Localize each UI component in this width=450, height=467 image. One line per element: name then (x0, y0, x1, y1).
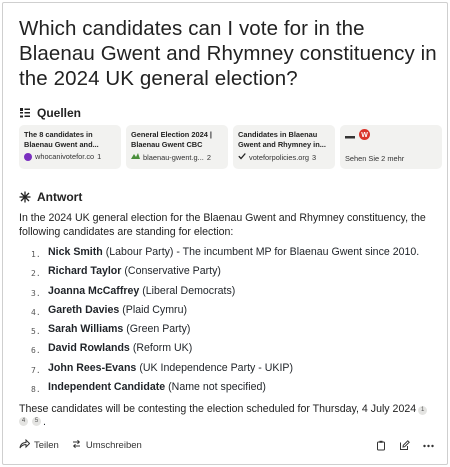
source-index: 2 (206, 152, 211, 162)
sources-heading: Quellen (37, 106, 82, 120)
citation-row: 4 5 . (19, 417, 46, 427)
candidate-detail: (Conservative Party) (124, 265, 221, 278)
list-item: 6. David Rowlands (Reform UK) (31, 342, 431, 361)
rewrite-label: Umschreiben (85, 440, 142, 451)
answer-header: Antwort (19, 190, 82, 204)
list-item: 2. Richard Taylor (Conservative Party) (31, 265, 431, 284)
checkmark-favicon-icon (238, 152, 246, 162)
source-title: General Election 2024 | Blaenau Gwent CB… (131, 130, 212, 149)
candidate-detail: (Name not specified) (168, 381, 266, 394)
copy-icon[interactable] (376, 440, 386, 451)
list-item: 4. Gareth Davies (Plaid Cymru) (31, 304, 431, 323)
answer-toolbar: Teilen Umschreiben (19, 438, 434, 452)
wiki-favicon-icon: W (359, 127, 370, 145)
share-icon (19, 438, 31, 452)
candidate-detail: (UK Independence Party - UKIP) (139, 361, 294, 374)
edit-icon[interactable] (399, 440, 410, 451)
share-label: Teilen (34, 440, 59, 451)
candidate-list: 1. Nick Smith (Labour Party) - The incumbe… (31, 246, 431, 400)
sources-list: The 8 candidates in Blaenau Gwent and...… (19, 125, 442, 169)
svg-text:W: W (361, 132, 368, 139)
more-options-icon[interactable] (423, 444, 434, 448)
candidate-name: Joanna McCaffrey (48, 284, 140, 297)
whocanivotefor-favicon-icon (24, 152, 32, 161)
candidate-name: Independent Candidate (48, 381, 166, 394)
share-button[interactable]: Teilen (19, 438, 59, 452)
list-item: 8. Independent Candidate (Name not specifi… (31, 381, 431, 400)
rewrite-icon (71, 439, 82, 452)
source-card-1[interactable]: The 8 candidates in Blaenau Gwent and...… (19, 125, 121, 169)
candidate-detail: (Plaid Cymru) (122, 303, 187, 316)
source-domain: blaenau-gwent.g... (143, 152, 204, 162)
list-item: 7. John Rees-Evans (UK Independence Party … (31, 362, 431, 381)
candidate-detail: (Liberal Democrats) (142, 284, 236, 297)
source-title: Candidates in Blaenau Gwent and Rhymney … (238, 130, 326, 149)
list-item: 5. Sarah Williams (Green Party) (31, 323, 431, 342)
more-sources-label: Sehen Sie 2 mehr (345, 154, 405, 163)
list-item: 1. Nick Smith (Labour Party) - The incumbe… (31, 246, 431, 265)
citation-badge[interactable]: 5 (32, 417, 41, 426)
source-domain: voteforpolicies.org (249, 152, 309, 162)
source-index: 3 (311, 152, 317, 162)
sources-header: Quellen (19, 106, 81, 120)
answer-icon (19, 191, 31, 203)
candidate-name: Sarah Williams (48, 323, 124, 336)
candidate-detail: (Labour Party) - The incumbent MP for Bl… (105, 246, 420, 258)
question-title: Which candidates can I vote for in the B… (19, 17, 437, 90)
candidate-name: John Rees-Evans (48, 361, 137, 374)
candidate-name: Nick Smith (48, 246, 103, 258)
blaenau-gwent-favicon-icon (131, 152, 140, 162)
citation-badge[interactable]: 1 (418, 406, 428, 415)
source-title: The 8 candidates in Blaenau Gwent and... (24, 130, 99, 149)
source-index: 1 (97, 152, 102, 161)
citation-badge[interactable]: 4 (19, 417, 28, 426)
candidate-detail: (Reform UK) (132, 342, 193, 355)
source-domain: whocanivotefor.co (35, 152, 95, 161)
source-card-3[interactable]: Candidates in Blaenau Gwent and Rhymney … (233, 125, 335, 169)
rewrite-button[interactable]: Umschreiben (71, 439, 142, 452)
answer-closing: These candidates will be contesting the … (19, 402, 434, 416)
answer-heading: Antwort (37, 190, 83, 204)
more-sources-button[interactable]: W Sehen Sie 2 mehr (340, 125, 442, 169)
period-text: . (43, 416, 46, 428)
list-item: 3. Joanna McCaffrey (Liberal Democrats) (31, 285, 431, 304)
source-card-2[interactable]: General Election 2024 | Blaenau Gwent CB… (126, 125, 228, 169)
candidate-name: David Rowlands (48, 342, 130, 355)
dash-favicon-icon (345, 127, 355, 145)
answer-intro: In the 2024 UK general election for the … (19, 212, 426, 238)
sources-icon (19, 107, 31, 119)
candidate-name: Gareth Davies (48, 303, 120, 316)
candidate-detail: (Green Party) (126, 323, 191, 336)
candidate-name: Richard Taylor (48, 265, 122, 278)
